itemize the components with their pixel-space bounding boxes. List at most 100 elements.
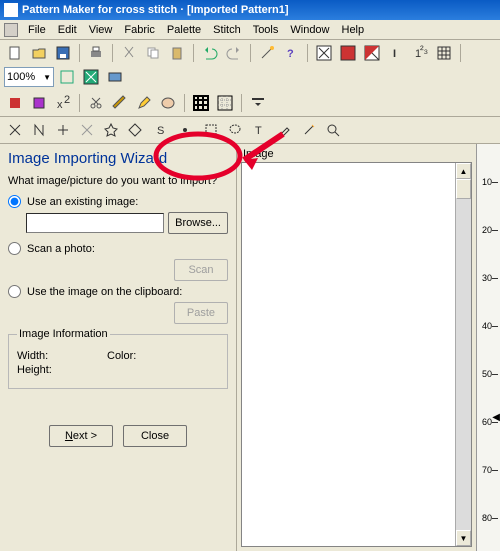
diag-icon[interactable] [76,119,98,141]
pencil-icon[interactable] [133,92,155,114]
svg-text:?: ? [287,48,294,60]
text-icon[interactable]: I [385,42,407,64]
paste-icon[interactable] [166,42,188,64]
fit-icon[interactable] [56,66,78,88]
window-title: Pattern Maker for cross stitch · [Import… [22,4,289,16]
lasso-icon[interactable] [224,119,246,141]
scroll-thumb[interactable] [456,179,471,199]
save-icon[interactable] [52,42,74,64]
menu-window[interactable]: Window [284,22,335,38]
ruler-mark: 20 [482,225,492,235]
svg-text:S: S [157,125,164,137]
menu-view[interactable]: View [83,22,119,38]
info-height: Height: [17,364,77,376]
select-x-icon[interactable] [4,119,26,141]
wizard-icon[interactable] [256,42,278,64]
redo-icon[interactable] [223,42,245,64]
document-icon [4,23,18,37]
toolbar-tools: S T [0,117,500,144]
main-area: Image Importing Wizard What image/pictur… [0,144,500,551]
svg-text:I: I [393,48,396,60]
ortho-icon[interactable] [52,119,74,141]
superscript-icon[interactable]: x2 [52,92,74,114]
label-existing: Use an existing image: [27,196,138,208]
grid-dotted-icon[interactable] [214,92,236,114]
preview-scrollbar[interactable]: ▲ ▼ [455,163,471,546]
paste-button[interactable]: Paste [174,302,228,324]
vertical-ruler: 10 20 30 40 50 60 ◀ 70 80 [476,144,500,551]
zoom-value: 100% [7,71,35,83]
grid-large-icon[interactable] [190,92,212,114]
radio-scan[interactable] [8,242,21,255]
menu-tools[interactable]: Tools [247,22,285,38]
symbol-x-icon[interactable] [313,42,335,64]
menu-stitch[interactable]: Stitch [207,22,247,38]
scroll-down-icon[interactable]: ▼ [456,530,471,546]
image-info-legend: Image Information [17,328,110,340]
fullscreen-icon[interactable] [80,66,102,88]
wizard-title: Image Importing Wizard [8,150,228,167]
wizard-panel: Image Importing Wizard What image/pictur… [0,144,237,551]
dropdown-icon[interactable] [247,92,269,114]
color2-icon[interactable] [28,92,50,114]
menu-fabric[interactable]: Fabric [118,22,161,38]
grid-icon[interactable] [433,42,455,64]
svg-text:²₃: ²₃ [420,45,428,56]
text2-icon[interactable]: 1²₃ [409,42,431,64]
zoom-select[interactable]: 100% ▼ [4,67,54,87]
print-icon[interactable] [85,42,107,64]
ruler-mark: 70 [482,465,492,475]
radio-clipboard[interactable] [8,285,21,298]
info-color: Color: [107,350,136,362]
filepath-input[interactable] [26,213,164,233]
info-width: Width: [17,350,77,362]
next-button[interactable]: Next > [49,425,113,447]
dot-icon[interactable] [174,119,196,141]
menu-help[interactable]: Help [336,22,371,38]
ruler-mark: 80 [482,513,492,523]
new-icon[interactable] [4,42,26,64]
preview-label: Image [237,144,476,162]
text-tool-icon[interactable]: T [248,119,270,141]
chevron-down-icon: ▼ [43,73,51,82]
menubar: File Edit View Fabric Palette Stitch Too… [0,20,500,40]
undo-icon[interactable] [199,42,221,64]
palette-icon[interactable] [157,92,179,114]
copy-icon[interactable] [142,42,164,64]
brush-icon[interactable] [109,92,131,114]
help-icon[interactable]: ? [280,42,302,64]
cut-icon[interactable] [118,42,140,64]
scan-button[interactable]: Scan [174,259,228,281]
svg-text:T: T [255,125,262,137]
preview-icon[interactable] [104,66,126,88]
menu-palette[interactable]: Palette [161,22,207,38]
wizard-prompt: What image/picture do you want to import… [8,175,228,187]
eyedrop-icon[interactable] [274,119,296,141]
radio-existing[interactable] [8,195,21,208]
label-clipboard: Use the image on the clipboard: [27,286,182,298]
diamond-icon[interactable] [124,119,146,141]
select-n-icon[interactable] [28,119,50,141]
open-icon[interactable] [28,42,50,64]
svg-text:2: 2 [64,95,70,106]
image-preview-area: ▲ ▼ [241,162,472,547]
s-tool-icon[interactable]: S [150,119,172,141]
scroll-up-icon[interactable]: ▲ [456,163,471,179]
ruler-mark: 50 [482,369,492,379]
zoom-tool-icon[interactable] [322,119,344,141]
toolbar-main: ? I 1²₃ 100% ▼ x2 [0,40,500,117]
scissors-icon[interactable] [85,92,107,114]
menu-file[interactable]: File [22,22,52,38]
titlebar: Pattern Maker for cross stitch · [Import… [0,0,500,20]
close-button[interactable]: Close [123,425,187,447]
menu-edit[interactable]: Edit [52,22,83,38]
ruler-marker-icon: ◀ [492,412,500,423]
browse-button[interactable]: Browse... [168,212,228,234]
star-icon[interactable] [100,119,122,141]
color1-icon[interactable] [4,92,26,114]
wand-icon[interactable] [298,119,320,141]
split-block-icon[interactable] [361,42,383,64]
preview-panel: Image ▲ ▼ [237,144,476,551]
rect-select-icon[interactable] [200,119,222,141]
color-block-icon[interactable] [337,42,359,64]
